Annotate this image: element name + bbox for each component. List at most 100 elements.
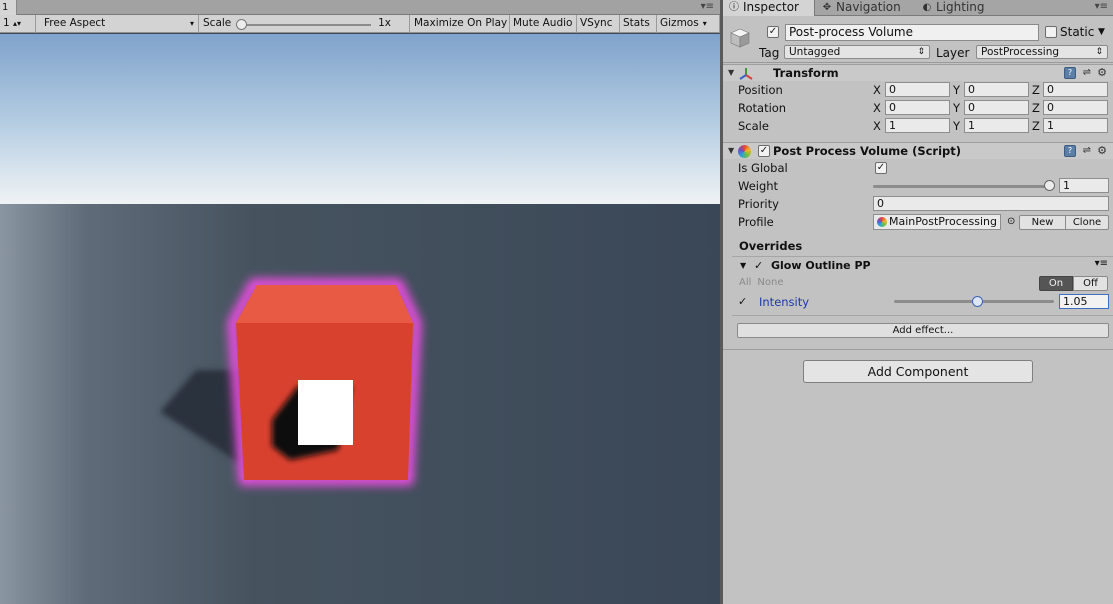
add-effect-button[interactable]: Add effect... bbox=[737, 323, 1109, 338]
chevron-down-icon: ▴▾ bbox=[13, 19, 22, 28]
rotation-y-field[interactable]: 0 bbox=[964, 100, 1029, 115]
scale-label: Scale bbox=[738, 119, 769, 133]
foldout-icon[interactable]: ▼ bbox=[728, 68, 734, 77]
none-link[interactable]: None bbox=[757, 277, 783, 288]
tab-label: Inspector bbox=[743, 0, 799, 14]
intensity-field[interactable]: 1.05 bbox=[1059, 294, 1109, 309]
chevron-down-icon: ▾ bbox=[189, 19, 194, 28]
gear-icon[interactable]: ⚙ bbox=[1097, 144, 1107, 157]
unity-editor: 1 ▾≡ 1 ▴▾ Free Aspect ▾ Scale 1x Maximiz… bbox=[0, 0, 1113, 604]
scale-slider-track[interactable] bbox=[237, 24, 371, 26]
all-none-row: All None bbox=[739, 277, 790, 288]
display-dropdown[interactable]: 1 ▴▾ bbox=[0, 15, 36, 33]
effect-off-toggle[interactable]: Off bbox=[1073, 276, 1108, 291]
foldout-icon[interactable]: ▼ bbox=[740, 261, 746, 270]
gizmos-dropdown[interactable]: Gizmos ▾ bbox=[657, 15, 720, 33]
menu-icon[interactable]: ▾≡ bbox=[701, 1, 714, 12]
static-checkbox[interactable] bbox=[1045, 26, 1057, 38]
aspect-label: Free Aspect bbox=[44, 17, 106, 29]
static-dropdown-icon[interactable]: ▼ bbox=[1098, 27, 1105, 37]
vsync-toggle[interactable]: VSync bbox=[577, 15, 620, 33]
menu-icon[interactable]: ▾≡ bbox=[1095, 1, 1108, 12]
cube-top-face bbox=[236, 285, 413, 323]
clone-profile-button[interactable]: Clone bbox=[1065, 215, 1109, 230]
foldout-icon[interactable]: ▼ bbox=[728, 146, 734, 155]
new-profile-button[interactable]: New bbox=[1019, 215, 1066, 230]
layer-label: Layer bbox=[936, 46, 970, 60]
tab-label: Navigation bbox=[836, 0, 901, 14]
weight-field[interactable]: 1 bbox=[1059, 178, 1109, 193]
stats-toggle[interactable]: Stats bbox=[620, 15, 657, 33]
game-toolbar: 1 ▴▾ Free Aspect ▾ Scale 1x Maximize On … bbox=[0, 15, 720, 33]
add-component-button[interactable]: Add Component bbox=[803, 360, 1033, 383]
preset-icon[interactable]: ⇌ bbox=[1083, 145, 1091, 156]
scale-z-field[interactable]: 1 bbox=[1043, 118, 1108, 133]
effect-menu-icon[interactable]: ▾≡ bbox=[1095, 258, 1108, 269]
tab-navigation[interactable]: ✥ Navigation bbox=[816, 0, 915, 16]
profile-field[interactable]: MainPostProcessing bbox=[873, 214, 1001, 230]
axis-x-label: X bbox=[873, 119, 881, 133]
rotation-x-field[interactable]: 0 bbox=[885, 100, 950, 115]
tab-lighting[interactable]: ◐ Lighting bbox=[916, 0, 996, 16]
gameobject-icon bbox=[730, 28, 750, 48]
inner-cube bbox=[298, 380, 353, 445]
weight-slider-thumb[interactable] bbox=[1043, 180, 1055, 191]
effect-header[interactable]: ▼ ✓ Glow Outline PP ▾≡ bbox=[732, 256, 1113, 273]
rotation-z-field[interactable]: 0 bbox=[1043, 100, 1108, 115]
mute-audio-toggle[interactable]: Mute Audio bbox=[510, 15, 577, 33]
sky bbox=[0, 34, 720, 204]
transform-icon bbox=[739, 68, 753, 80]
tab-label: Lighting bbox=[936, 0, 985, 14]
axis-y-label: Y bbox=[953, 101, 961, 115]
profile-value: MainPostProcessing bbox=[889, 215, 998, 228]
info-icon: ⓘ bbox=[729, 2, 739, 13]
tab-inspector[interactable]: ⓘ Inspector bbox=[723, 0, 815, 16]
position-x-field[interactable]: 0 bbox=[885, 82, 950, 97]
post-process-volume-header[interactable]: ▼ ✓ Post Process Volume (Script) ? ⇌ ⚙ bbox=[723, 142, 1113, 159]
component-enabled-checkbox[interactable]: ✓ bbox=[758, 145, 770, 157]
priority-label: Priority bbox=[738, 197, 779, 211]
intensity-slider-thumb[interactable] bbox=[971, 296, 983, 307]
transform-header[interactable]: ▼ Transform ? ⇌ ⚙ bbox=[723, 64, 1113, 81]
gear-icon[interactable]: ⚙ bbox=[1097, 66, 1107, 79]
object-header: ✓ Post-process Volume Static ▼ Tag Untag… bbox=[723, 17, 1113, 63]
all-link[interactable]: All bbox=[739, 277, 751, 288]
is-global-checkbox[interactable]: ✓ bbox=[875, 162, 887, 174]
maximize-on-play-toggle[interactable]: Maximize On Play bbox=[411, 15, 510, 33]
weight-slider-track[interactable] bbox=[873, 185, 1049, 188]
game-tab-label: 1 bbox=[2, 2, 9, 13]
layer-dropdown[interactable]: PostProcessing ⇕ bbox=[976, 45, 1108, 59]
tag-dropdown[interactable]: Untagged ⇕ bbox=[784, 45, 930, 59]
priority-field[interactable]: 0 bbox=[873, 196, 1109, 211]
tab-game[interactable]: 1 bbox=[0, 0, 17, 15]
chevron-updown-icon: ⇕ bbox=[917, 47, 925, 57]
help-icon[interactable]: ? bbox=[1064, 145, 1076, 157]
preset-icon[interactable]: ⇌ bbox=[1083, 67, 1091, 78]
intensity-label: Intensity bbox=[759, 295, 810, 309]
active-checkbox[interactable]: ✓ bbox=[767, 26, 779, 38]
post-process-volume-title: Post Process Volume (Script) bbox=[773, 144, 962, 158]
game-scene[interactable] bbox=[0, 34, 720, 604]
scale-y-field[interactable]: 1 bbox=[964, 118, 1029, 133]
effect-enabled-checkbox[interactable]: ✓ bbox=[754, 259, 763, 272]
is-global-label: Is Global bbox=[738, 161, 788, 175]
object-name-field[interactable]: Post-process Volume bbox=[785, 24, 1039, 41]
axis-z-label: Z bbox=[1032, 83, 1040, 97]
position-label: Position bbox=[738, 83, 783, 97]
navigation-icon: ✥ bbox=[822, 2, 832, 13]
gizmos-label: Gizmos bbox=[660, 17, 699, 29]
effect-on-toggle[interactable]: On bbox=[1039, 276, 1073, 291]
help-icon[interactable]: ? bbox=[1064, 67, 1076, 79]
scale-control: Scale 1x bbox=[199, 15, 410, 33]
divider bbox=[732, 315, 1113, 316]
object-picker-icon[interactable]: ⊙ bbox=[1007, 216, 1015, 227]
position-z-field[interactable]: 0 bbox=[1043, 82, 1108, 97]
axis-x-label: X bbox=[873, 83, 881, 97]
aspect-dropdown[interactable]: Free Aspect ▾ bbox=[38, 15, 199, 33]
static-label: Static bbox=[1060, 25, 1095, 39]
intensity-override-checkbox[interactable]: ✓ bbox=[738, 295, 747, 308]
position-y-field[interactable]: 0 bbox=[964, 82, 1029, 97]
scale-slider-thumb[interactable] bbox=[236, 19, 247, 30]
axis-x-label: X bbox=[873, 101, 881, 115]
scale-x-field[interactable]: 1 bbox=[885, 118, 950, 133]
